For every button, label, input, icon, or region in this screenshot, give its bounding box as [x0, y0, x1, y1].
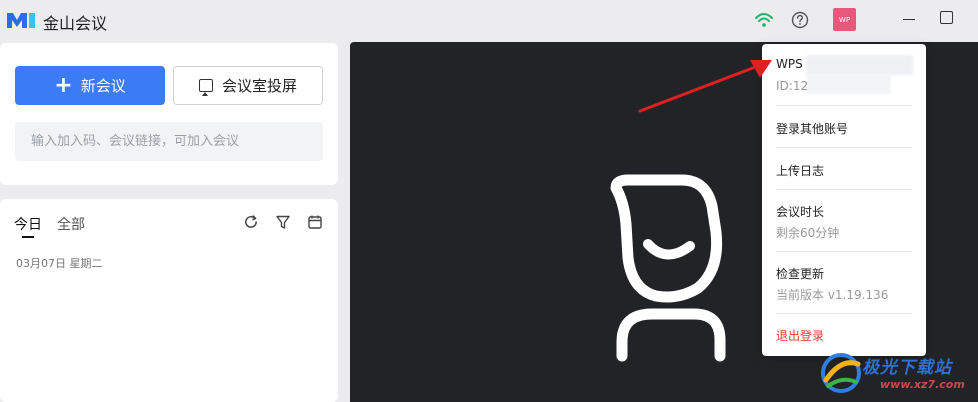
upload-log-item[interactable]: 上传日志 [776, 162, 824, 179]
watermark-title: 极光下载站 [862, 358, 952, 378]
site-watermark: 极光下载站 www.xz7.com [818, 350, 978, 400]
tab-today[interactable]: 今日 [14, 214, 42, 238]
divider [776, 251, 912, 252]
divider [776, 147, 912, 148]
join-code-input[interactable] [15, 122, 323, 161]
new-meeting-button[interactable]: + 新会议 [15, 66, 165, 105]
app-title: 金山会议 [43, 14, 108, 33]
divider [776, 189, 912, 190]
new-meeting-label: 新会议 [80, 77, 126, 95]
divider [776, 313, 912, 314]
avatar-placeholder-icon [610, 174, 726, 362]
maximize-button[interactable] [940, 11, 953, 24]
account-dropdown-menu: WPS ID:12 登录其他账号 上传日志 会议时长 剩余60分钟 检查更新 当… [762, 44, 926, 356]
watermark-logo-icon [821, 353, 861, 393]
schedule-card: 今日 全部 03月07日 星期二 [0, 199, 338, 402]
help-icon[interactable] [791, 11, 809, 29]
meeting-duration-item[interactable]: 会议时长 [776, 203, 824, 220]
refresh-icon[interactable] [243, 214, 259, 230]
current-version: 当前版本 v1.19.136 [776, 288, 889, 302]
duration-remaining: 剩余60分钟 [776, 226, 840, 240]
room-cast-button[interactable]: 会议室投屏 [173, 66, 323, 105]
calendar-icon[interactable] [307, 214, 323, 230]
tab-all[interactable]: 全部 [57, 214, 85, 234]
avatar-button[interactable]: WP [833, 8, 856, 31]
check-update-item[interactable]: 检查更新 [776, 265, 824, 282]
blurred-region [806, 55, 913, 75]
room-cast-label: 会议室投屏 [221, 77, 297, 95]
minimize-button[interactable] [900, 10, 918, 28]
divider [776, 105, 912, 106]
switch-account-item[interactable]: 登录其他账号 [776, 120, 848, 137]
cast-icon [198, 79, 213, 96]
date-label: 03月07日 星期二 [16, 257, 103, 270]
plus-icon: + [54, 72, 73, 98]
logout-item[interactable]: 退出登录 [776, 327, 824, 344]
blurred-region [806, 74, 891, 94]
account-name: WPS [776, 57, 803, 71]
filter-icon[interactable] [275, 214, 291, 230]
title-bar: 金山会议 WP [0, 0, 978, 40]
meeting-actions-card: + 新会议 会议室投屏 [0, 43, 338, 185]
watermark-url: www.xz7.com [880, 378, 965, 391]
app-logo-icon [7, 13, 35, 28]
account-id: ID:12 [776, 79, 809, 93]
annotation-arrow-icon [638, 60, 772, 113]
wifi-icon [755, 13, 773, 27]
